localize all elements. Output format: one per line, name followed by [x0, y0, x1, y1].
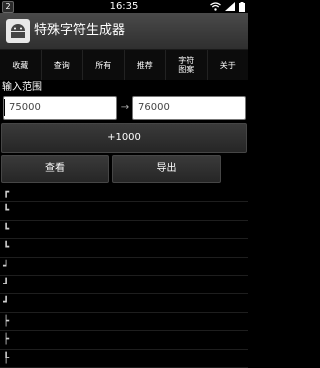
- tab-all[interactable]: 所有: [83, 50, 125, 80]
- status-icons: [210, 1, 245, 12]
- char-glyph: ┗: [3, 223, 10, 235]
- list-item[interactable]: ┏: [0, 184, 248, 203]
- char-glyph: ┞: [3, 352, 10, 364]
- app-title: 特殊字符生成器: [34, 23, 126, 38]
- title-bar: 特殊字符生成器: [0, 13, 248, 50]
- plus-1000-button[interactable]: +1000: [1, 123, 247, 153]
- list-item[interactable]: ┗: [0, 202, 248, 221]
- range-label: 输入范围: [2, 82, 42, 93]
- app-icon: [6, 19, 30, 43]
- tab-favorites[interactable]: 收藏: [0, 50, 42, 80]
- list-item[interactable]: ┚: [0, 276, 248, 295]
- list-item[interactable]: ┗: [0, 221, 248, 240]
- list-item[interactable]: ┝: [0, 313, 248, 332]
- range-to-input[interactable]: 76000: [132, 96, 246, 120]
- tab-char-patterns[interactable]: 字符 图案: [166, 50, 208, 80]
- char-glyph: ┙: [3, 260, 10, 272]
- wifi-icon: [210, 2, 221, 11]
- list-item[interactable]: ┙: [0, 258, 248, 276]
- char-glyph: ┗: [3, 242, 10, 254]
- list-item[interactable]: ┞: [0, 350, 248, 368]
- export-button[interactable]: 导出: [112, 155, 221, 183]
- list-item[interactable]: ┗: [0, 239, 248, 258]
- char-glyph: ┚: [3, 278, 10, 290]
- text-caret: [4, 99, 5, 116]
- char-glyph: ┏: [3, 187, 10, 198]
- tab-bar: 收藏 查询 所有 推荐 字符 图案 关于: [0, 50, 248, 80]
- status-bar: 2 16:35: [0, 0, 248, 13]
- tab-search[interactable]: 查询: [42, 50, 83, 80]
- char-glyph: ┝: [3, 334, 10, 346]
- list-item[interactable]: ┝: [0, 331, 248, 350]
- tab-about[interactable]: 关于: [208, 50, 249, 80]
- range-from-input[interactable]: 75000: [3, 96, 117, 120]
- view-button[interactable]: 查看: [1, 155, 109, 183]
- range-arrow: →: [120, 102, 130, 113]
- char-glyph: ┗: [3, 205, 10, 217]
- char-glyph: ┝: [3, 315, 10, 327]
- char-glyph: ┛: [3, 297, 10, 309]
- tab-recommended[interactable]: 推荐: [125, 50, 166, 80]
- char-list: ┏ ┗ ┗ ┗ ┙ ┚ ┛ ┝ ┝ ┞: [0, 184, 248, 368]
- signal-icon: [225, 2, 235, 11]
- list-item[interactable]: ┛: [0, 294, 248, 313]
- battery-icon: [239, 1, 245, 12]
